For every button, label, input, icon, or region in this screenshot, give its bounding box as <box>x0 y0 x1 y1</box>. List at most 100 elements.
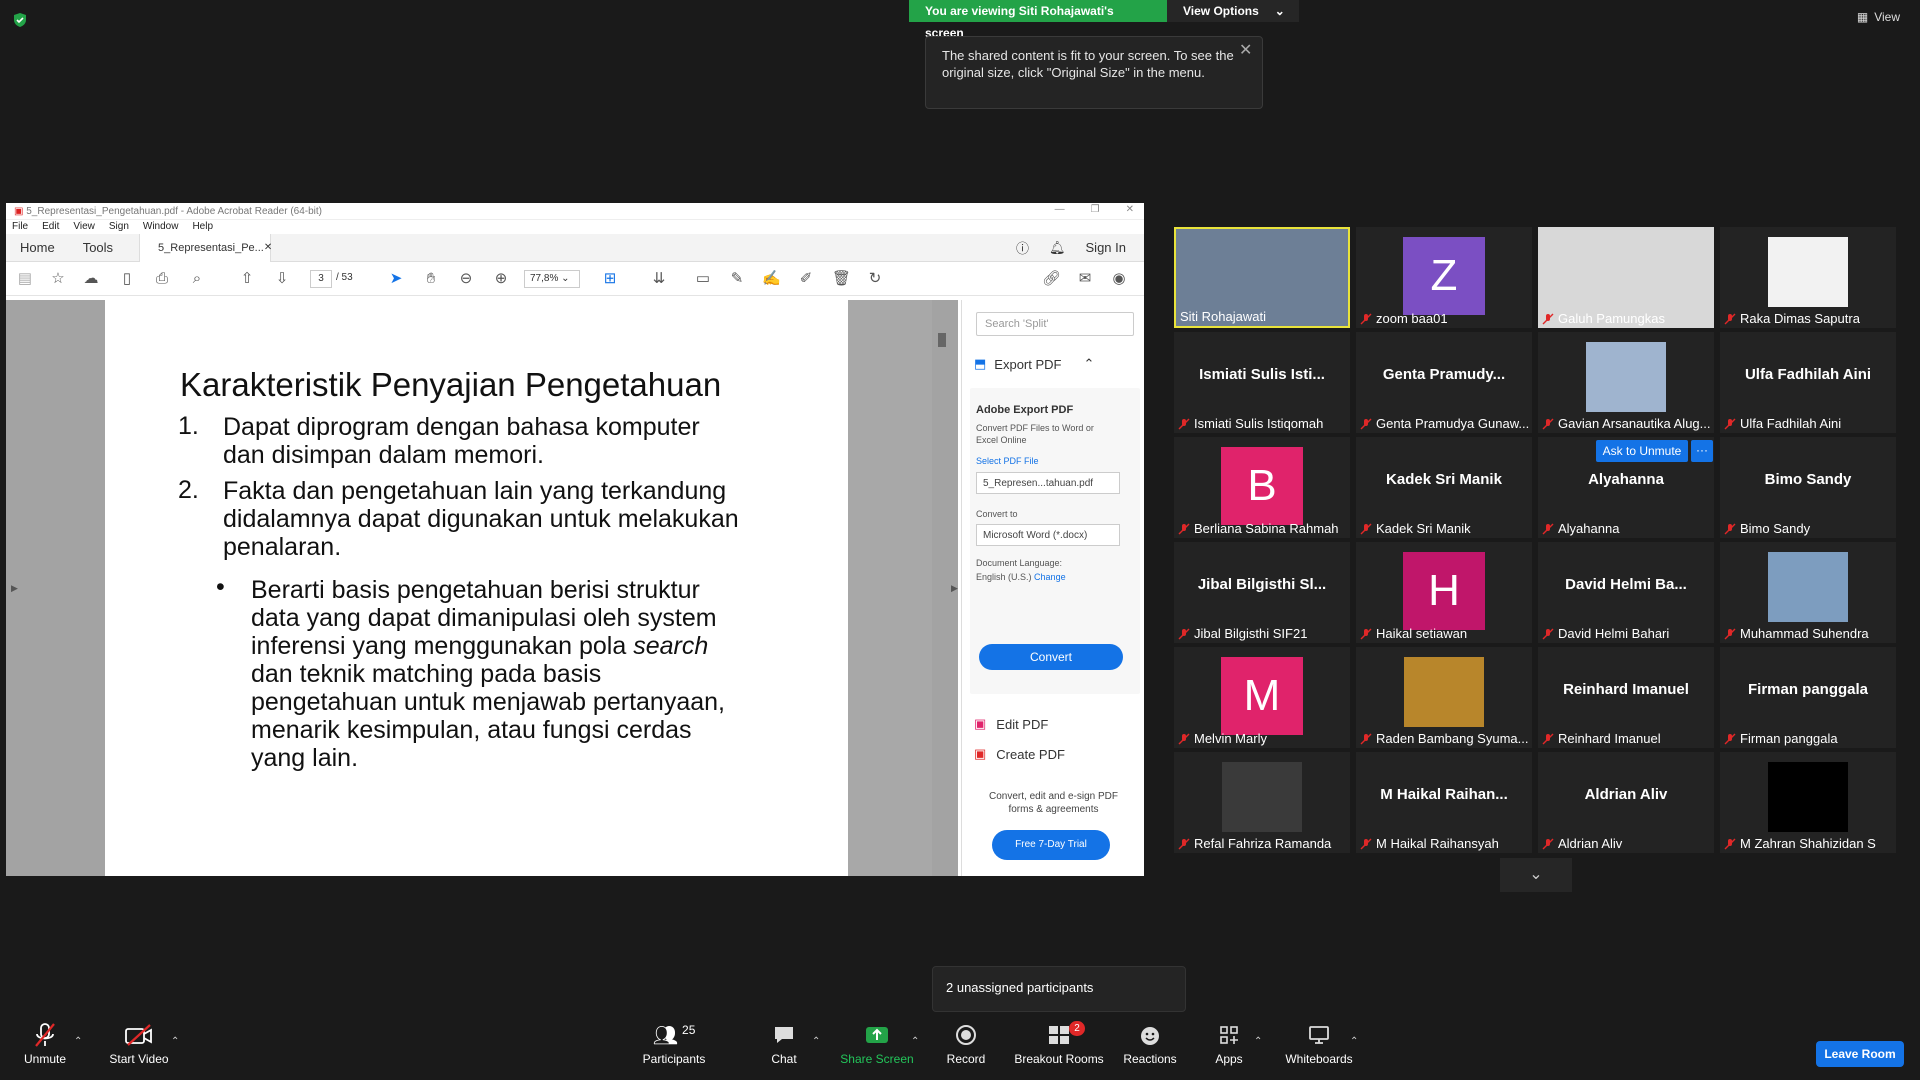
hand-icon[interactable]: ✋︎ <box>422 270 440 288</box>
left-collapse-icon[interactable]: ▶ <box>11 583 18 594</box>
participant-tile[interactable]: Aldrian Aliv Aldrian Aliv <box>1538 752 1714 853</box>
ask-to-unmute-button[interactable]: Ask to Unmute <box>1596 440 1688 462</box>
upload-cloud-icon[interactable]: ☁ <box>82 270 100 288</box>
participant-tile[interactable]: Refal Fahriza Ramanda <box>1174 752 1350 853</box>
draw-icon[interactable]: ✍ <box>762 270 781 288</box>
participant-tile[interactable]: M Haikal Raihan... M Haikal Raihansyah <box>1356 752 1532 853</box>
export-pdf-header[interactable]: ⬒ Export PDF ⌃ <box>974 356 1094 372</box>
page-up-icon[interactable]: ⇧ <box>238 270 256 288</box>
rotate-icon[interactable]: ↻ <box>866 270 884 288</box>
participant-tile[interactable]: Kadek Sri Manik Kadek Sri Manik <box>1356 437 1532 538</box>
reactions-button[interactable]: Reactions <box>1105 1018 1195 1066</box>
participant-tile[interactable]: Bimo Sandy Bimo Sandy <box>1720 437 1896 538</box>
fit-page-icon[interactable]: ⊞ <box>601 270 619 288</box>
gallery-next-page-button[interactable]: ⌄ <box>1500 858 1572 892</box>
comment-icon[interactable]: ▭ <box>694 270 712 288</box>
page-number-input[interactable]: 3 <box>310 270 332 288</box>
participant-tile[interactable]: Siti Rohajawati <box>1174 227 1350 328</box>
print-icon[interactable]: ⎙ <box>153 270 171 288</box>
tab-document[interactable]: 5_Representasi_Pe... ✕ <box>139 233 272 262</box>
close-window-icon[interactable]: ✕ <box>1126 204 1134 215</box>
participant-tile[interactable]: M Melvin Marly <box>1174 647 1350 748</box>
bell-icon[interactable]: 🔔︎ <box>1049 240 1066 256</box>
page-gutter <box>848 300 932 876</box>
sign-in-button[interactable]: Sign In <box>1086 240 1126 255</box>
scroll-mode-icon[interactable]: ⇊ <box>650 270 668 288</box>
page-down-icon[interactable]: ⇩ <box>273 270 291 288</box>
close-tab-icon[interactable]: ✕ <box>264 234 272 262</box>
more-options-button[interactable]: ··· <box>1691 440 1713 462</box>
save-icon[interactable]: ▤ <box>16 270 34 288</box>
participant-tile[interactable]: M Zahran Shahizidan S <box>1720 752 1896 853</box>
participant-tile[interactable]: Ulfa Fadhilah Aini Ulfa Fadhilah Aini <box>1720 332 1896 433</box>
minimize-icon[interactable]: — <box>1055 204 1065 215</box>
help-icon[interactable]: ⓘ <box>1016 238 1029 257</box>
audio-options-caret[interactable]: ⌃ <box>74 1036 82 1047</box>
panel-search-input[interactable]: Search 'Split' <box>976 312 1134 336</box>
participant-tile[interactable]: Reinhard Imanuel Reinhard Imanuel <box>1538 647 1714 748</box>
participant-tile[interactable]: Ismiati Sulis Isti... Ismiati Sulis Istiq… <box>1174 332 1350 433</box>
participant-tile[interactable]: Raka Dimas Saputra <box>1720 227 1896 328</box>
participant-tile[interactable]: Jibal Bilgisthi Sl... Jibal Bilgisthi SIF… <box>1174 542 1350 643</box>
select-cursor-icon[interactable]: ➤ <box>387 270 405 288</box>
highlight-pen-icon[interactable]: ✎ <box>728 270 746 288</box>
leave-room-button[interactable]: Leave Room <box>1816 1041 1904 1067</box>
participant-tile[interactable]: Muhammad Suhendra <box>1720 542 1896 643</box>
zoom-search-icon[interactable]: ⌕ <box>188 270 206 288</box>
menu-file[interactable]: File <box>12 220 28 234</box>
participant-tile[interactable]: David Helmi Ba... David Helmi Bahari <box>1538 542 1714 643</box>
zoom-in-icon[interactable]: ⊕ <box>492 270 510 288</box>
edit-text-icon[interactable]: ✐ <box>797 270 815 288</box>
participant-tile[interactable]: H Haikal setiawan <box>1356 542 1532 643</box>
shield-icon[interactable] <box>12 12 28 28</box>
menu-sign[interactable]: Sign <box>109 220 129 234</box>
participant-tile[interactable]: Firman panggala Firman panggala <box>1720 647 1896 748</box>
scrollbar-thumb[interactable] <box>938 333 946 347</box>
record-button[interactable]: Record <box>921 1018 1011 1066</box>
format-select[interactable]: Microsoft Word (*.docx) <box>976 524 1120 546</box>
participant-tile[interactable]: Raden Bambang Syuma... <box>1356 647 1532 748</box>
mail-icon[interactable]: ✉ <box>1076 270 1094 288</box>
account-icon[interactable]: ◉ <box>1110 270 1128 288</box>
participant-tile[interactable]: Galuh Pamungkas <box>1538 227 1714 328</box>
menu-help[interactable]: Help <box>192 220 213 234</box>
maximize-icon[interactable]: ❐ <box>1091 204 1100 215</box>
video-thumbnail <box>1768 237 1848 307</box>
file-icon[interactable]: ▯ <box>118 270 136 288</box>
convert-button[interactable]: Convert <box>979 644 1123 670</box>
close-icon[interactable]: ✕ <box>1239 40 1252 60</box>
participant-tile[interactable]: Zzoom baa01 <box>1356 227 1532 328</box>
zoom-out-icon[interactable]: ⊖ <box>457 270 475 288</box>
apps-options-caret[interactable]: ⌃ <box>1254 1036 1262 1047</box>
share-options-caret[interactable]: ⌃ <box>911 1036 919 1047</box>
tab-tools[interactable]: Tools <box>69 240 127 255</box>
create-pdf-tool[interactable]: ▣ Create PDF <box>974 746 1065 762</box>
view-options-button[interactable]: View Options ⌄ <box>1167 0 1299 22</box>
participant-tile[interactable]: Genta Pramudy... Genta Pramudya Gunaw... <box>1356 332 1532 433</box>
free-trial-button[interactable]: Free 7-Day Trial <box>992 830 1110 860</box>
chat-options-caret[interactable]: ⌃ <box>812 1036 820 1047</box>
change-language-link[interactable]: Change <box>1034 572 1066 582</box>
document-viewport[interactable]: Karakteristik Penyajian Pengetahuan 1. D… <box>6 300 958 876</box>
star-icon[interactable]: ☆ <box>49 270 67 288</box>
breakout-rooms-button[interactable]: 2 Breakout Rooms <box>1011 1018 1107 1066</box>
video-options-caret[interactable]: ⌃ <box>171 1036 179 1047</box>
menu-edit[interactable]: Edit <box>42 220 59 234</box>
participant-tile[interactable]: Gavian Arsanautika Alug... <box>1538 332 1714 433</box>
whiteboard-options-caret[interactable]: ⌃ <box>1350 1036 1358 1047</box>
tab-home[interactable]: Home <box>6 240 69 255</box>
share-screen-button[interactable]: Share Screen <box>832 1018 922 1066</box>
selected-file-field[interactable]: 5_Represen...tahuan.pdf <box>976 472 1120 494</box>
chevron-up-icon[interactable]: ⌃ <box>1083 356 1094 372</box>
edit-pdf-tool[interactable]: ▣ Edit PDF <box>974 716 1048 732</box>
menu-window[interactable]: Window <box>143 220 179 234</box>
delete-icon[interactable]: 🗑︎ <box>832 270 851 288</box>
menu-view[interactable]: View <box>73 220 95 234</box>
point-2-line-3: penalaran. <box>223 533 342 561</box>
zoom-level-select[interactable]: 77,8% ⌄ <box>524 270 580 288</box>
participants-button[interactable]: 👥︎ 25 Participants <box>629 1018 719 1066</box>
right-collapse-icon[interactable]: ▶ <box>951 583 958 594</box>
link-icon[interactable]: 🔗︎ <box>1042 270 1061 288</box>
view-button[interactable]: ▦ View <box>1857 10 1900 24</box>
participant-tile[interactable]: B Berliana Sabina Rahmah <box>1174 437 1350 538</box>
